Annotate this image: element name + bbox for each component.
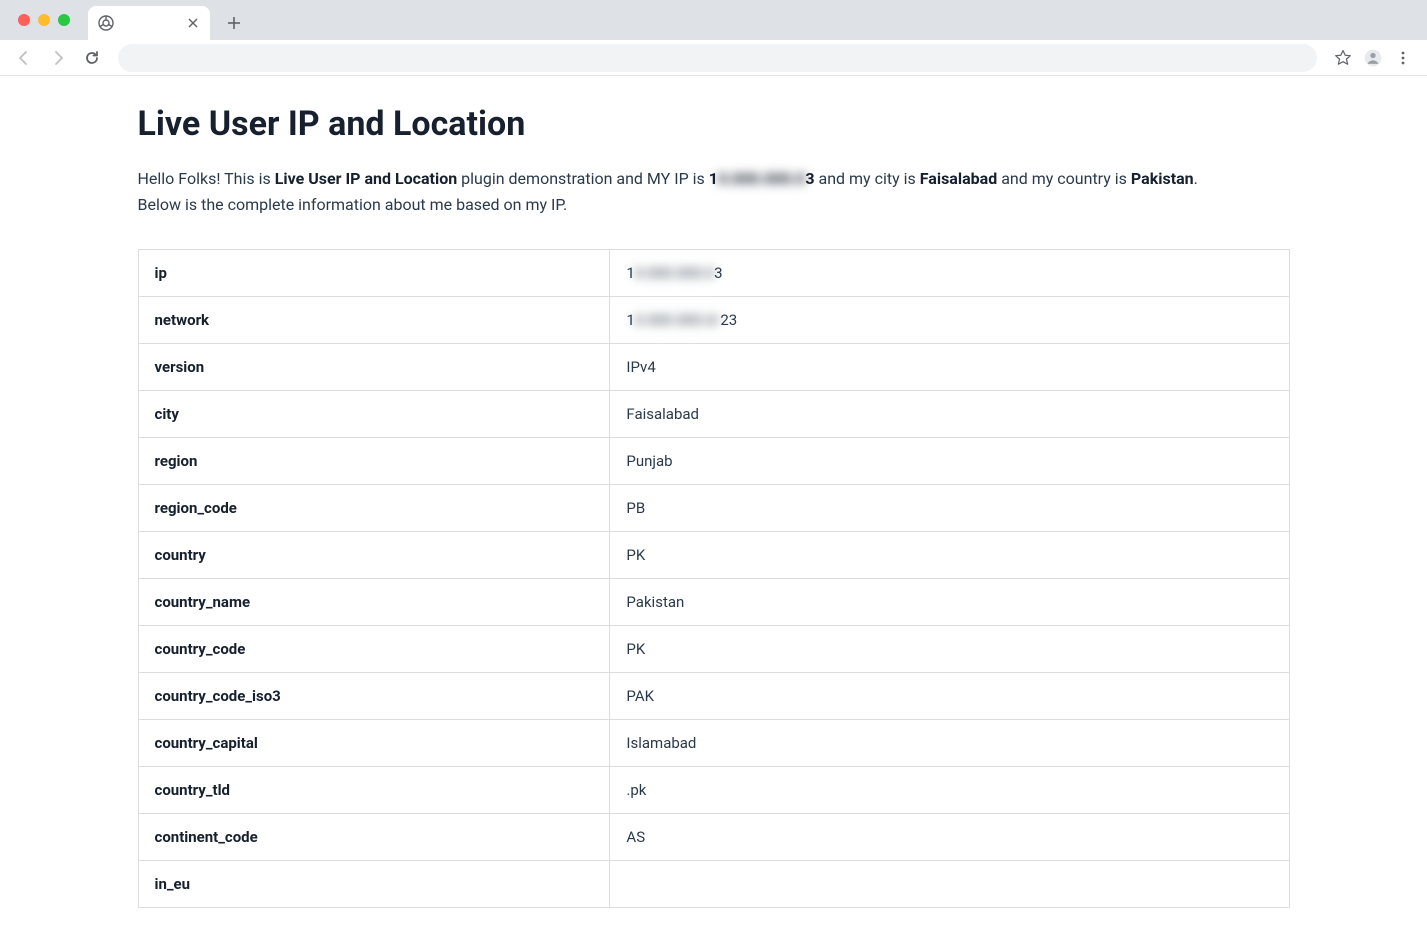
row-key: city xyxy=(138,391,610,438)
row-key: continent_code xyxy=(138,814,610,861)
table-row: regionPunjab xyxy=(138,438,1289,485)
profile-button[interactable] xyxy=(1359,44,1387,72)
row-value: Pakistan xyxy=(610,579,1289,626)
row-key: country xyxy=(138,532,610,579)
row-value: Punjab xyxy=(610,438,1289,485)
row-value: .pk xyxy=(610,767,1289,814)
chrome-favicon-icon xyxy=(98,15,114,31)
row-value: 10.000.000.0/23 xyxy=(610,297,1289,344)
intro-text: and my country is xyxy=(997,169,1131,188)
intro-text: Hello Folks! This is xyxy=(138,169,275,188)
row-value: AS xyxy=(610,814,1289,861)
reload-button[interactable] xyxy=(78,44,106,72)
table-row: country_tld.pk xyxy=(138,767,1289,814)
browser-toolbar xyxy=(0,40,1427,76)
browser-tab[interactable] xyxy=(88,6,210,40)
row-value: 10.000.000.03 xyxy=(610,250,1289,297)
row-value: PK xyxy=(610,626,1289,673)
table-row: in_eu xyxy=(138,861,1289,908)
tab-close-button[interactable] xyxy=(186,16,200,30)
window-maximize-button[interactable] xyxy=(58,14,70,26)
bookmark-button[interactable] xyxy=(1329,44,1357,72)
table-row: cityFaisalabad xyxy=(138,391,1289,438)
window-close-button[interactable] xyxy=(18,14,30,26)
row-value: Faisalabad xyxy=(610,391,1289,438)
row-key: country_code xyxy=(138,626,610,673)
new-tab-button[interactable] xyxy=(220,9,248,37)
table-row: countryPK xyxy=(138,532,1289,579)
intro-paragraph: Hello Folks! This is Live User IP and Lo… xyxy=(138,166,1290,217)
intro-plugin-name: Live User IP and Location xyxy=(275,169,457,188)
table-row: country_code_iso3PAK xyxy=(138,673,1289,720)
forward-button[interactable] xyxy=(44,44,72,72)
page-viewport: Live User IP and Location Hello Folks! T… xyxy=(0,76,1427,926)
intro-city: Faisalabad xyxy=(920,169,997,188)
intro-line2: Below is the complete information about … xyxy=(138,195,568,214)
row-value: IPv4 xyxy=(610,344,1289,391)
row-key: country_name xyxy=(138,579,610,626)
row-value: PAK xyxy=(610,673,1289,720)
row-value: PK xyxy=(610,532,1289,579)
intro-country: Pakistan xyxy=(1131,169,1194,188)
table-row: versionIPv4 xyxy=(138,344,1289,391)
row-key: network xyxy=(138,297,610,344)
intro-text: . xyxy=(1194,169,1198,188)
window-minimize-button[interactable] xyxy=(38,14,50,26)
row-value: Islamabad xyxy=(610,720,1289,767)
row-key: country_code_iso3 xyxy=(138,673,610,720)
table-row: ip10.000.000.03 xyxy=(138,250,1289,297)
back-button[interactable] xyxy=(10,44,38,72)
menu-button[interactable] xyxy=(1389,44,1417,72)
table-row: country_capitalIslamabad xyxy=(138,720,1289,767)
row-key: ip xyxy=(138,250,610,297)
row-key: in_eu xyxy=(138,861,610,908)
table-row: region_codePB xyxy=(138,485,1289,532)
table-row: network10.000.000.0/23 xyxy=(138,297,1289,344)
table-row: continent_codeAS xyxy=(138,814,1289,861)
address-bar[interactable] xyxy=(118,44,1317,72)
row-key: version xyxy=(138,344,610,391)
table-row: country_codePK xyxy=(138,626,1289,673)
row-key: country_tld xyxy=(138,767,610,814)
row-key: country_capital xyxy=(138,720,610,767)
window-controls xyxy=(18,14,70,26)
row-value xyxy=(610,861,1289,908)
content-container: Live User IP and Location Hello Folks! T… xyxy=(138,104,1290,908)
row-value: PB xyxy=(610,485,1289,532)
row-key: region xyxy=(138,438,610,485)
table-row: country_namePakistan xyxy=(138,579,1289,626)
intro-ip: 10.000.000.03 xyxy=(709,169,815,188)
intro-text: plugin demonstration and MY IP is xyxy=(457,169,709,188)
row-key: region_code xyxy=(138,485,610,532)
page-title: Live User IP and Location xyxy=(138,104,1290,144)
intro-text: and my city is xyxy=(815,169,920,188)
ip-info-table: ip10.000.000.03network10.000.000.0/23ver… xyxy=(138,249,1290,908)
browser-tab-strip xyxy=(0,0,1427,40)
